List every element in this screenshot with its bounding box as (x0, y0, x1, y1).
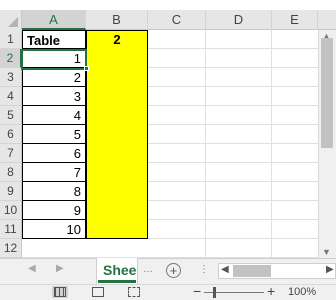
column-header-e[interactable]: E (272, 10, 318, 30)
fill-handle[interactable] (84, 66, 89, 71)
row-header-12[interactable]: 12 (0, 239, 22, 258)
cell-a3[interactable]: 2 (22, 68, 86, 87)
cell-a11[interactable]: 10 (22, 220, 86, 239)
normal-view-button[interactable] (52, 286, 68, 298)
cell-a4[interactable]: 3 (22, 87, 86, 106)
cell-a7[interactable]: 6 (22, 144, 86, 163)
scroll-down-icon[interactable]: ▼ (322, 247, 331, 257)
cell-a8[interactable]: 7 (22, 163, 86, 182)
zoom-out-button[interactable]: − (193, 284, 201, 299)
column-header-a[interactable]: A (22, 10, 86, 30)
zoom-in-button[interactable]: + (267, 284, 275, 299)
page-layout-icon (92, 287, 104, 297)
normal-view-icon (54, 287, 66, 297)
scroll-left-arrow-icon[interactable]: ◀ (221, 264, 229, 275)
status-bar (0, 284, 336, 300)
cell-a1[interactable]: Table (22, 30, 86, 49)
row-header-2[interactable]: 2 (0, 49, 22, 68)
add-sheet-button[interactable]: + (166, 263, 181, 278)
row-header-10[interactable]: 10 (0, 201, 22, 220)
scroll-left-icon[interactable]: ◀ (28, 263, 36, 274)
grid-line (205, 30, 206, 258)
column-header-c[interactable]: C (148, 10, 206, 30)
row-header-9[interactable]: 9 (0, 182, 22, 201)
vertical-scroll-thumb[interactable] (321, 38, 333, 148)
zoom-level[interactable]: 100% (288, 285, 316, 299)
row-header-4[interactable]: 4 (0, 87, 22, 106)
scroll-right-arrow-icon[interactable]: ▶ (326, 264, 334, 275)
row-header-6[interactable]: 6 (0, 125, 22, 144)
row-header-11[interactable]: 11 (0, 220, 22, 239)
sheet-tab-underline (98, 280, 136, 283)
column-b-yellow-range[interactable] (86, 30, 148, 239)
split-handle-icon[interactable]: ⋮ (199, 264, 209, 275)
page-break-button[interactable] (126, 286, 142, 298)
row-header-5[interactable]: 5 (0, 106, 22, 125)
zoom-slider-thumb[interactable] (213, 287, 216, 298)
cell-a6[interactable]: 5 (22, 125, 86, 144)
cell-a10[interactable]: 9 (22, 201, 86, 220)
scroll-right-icon[interactable]: ▶ (56, 263, 64, 274)
grid-line (271, 30, 272, 258)
select-all-triangle-icon (8, 17, 18, 27)
column-header-b[interactable]: B (86, 10, 148, 30)
row-header-7[interactable]: 7 (0, 144, 22, 163)
ellipsis-icon[interactable]: … (143, 264, 153, 275)
cell-a9[interactable]: 8 (22, 182, 86, 201)
page-break-icon (128, 287, 140, 297)
row-header-8[interactable]: 8 (0, 163, 22, 182)
cell-a5[interactable]: 4 (22, 106, 86, 125)
row-header-3[interactable]: 3 (0, 68, 22, 87)
horizontal-scroll-thumb[interactable] (233, 265, 271, 277)
page-layout-button[interactable] (90, 286, 106, 298)
active-cell-selection[interactable] (21, 49, 87, 70)
row-header-1[interactable]: 1 (0, 30, 22, 49)
cell-b1[interactable]: 2 (86, 30, 148, 49)
column-header-d[interactable]: D (206, 10, 272, 30)
